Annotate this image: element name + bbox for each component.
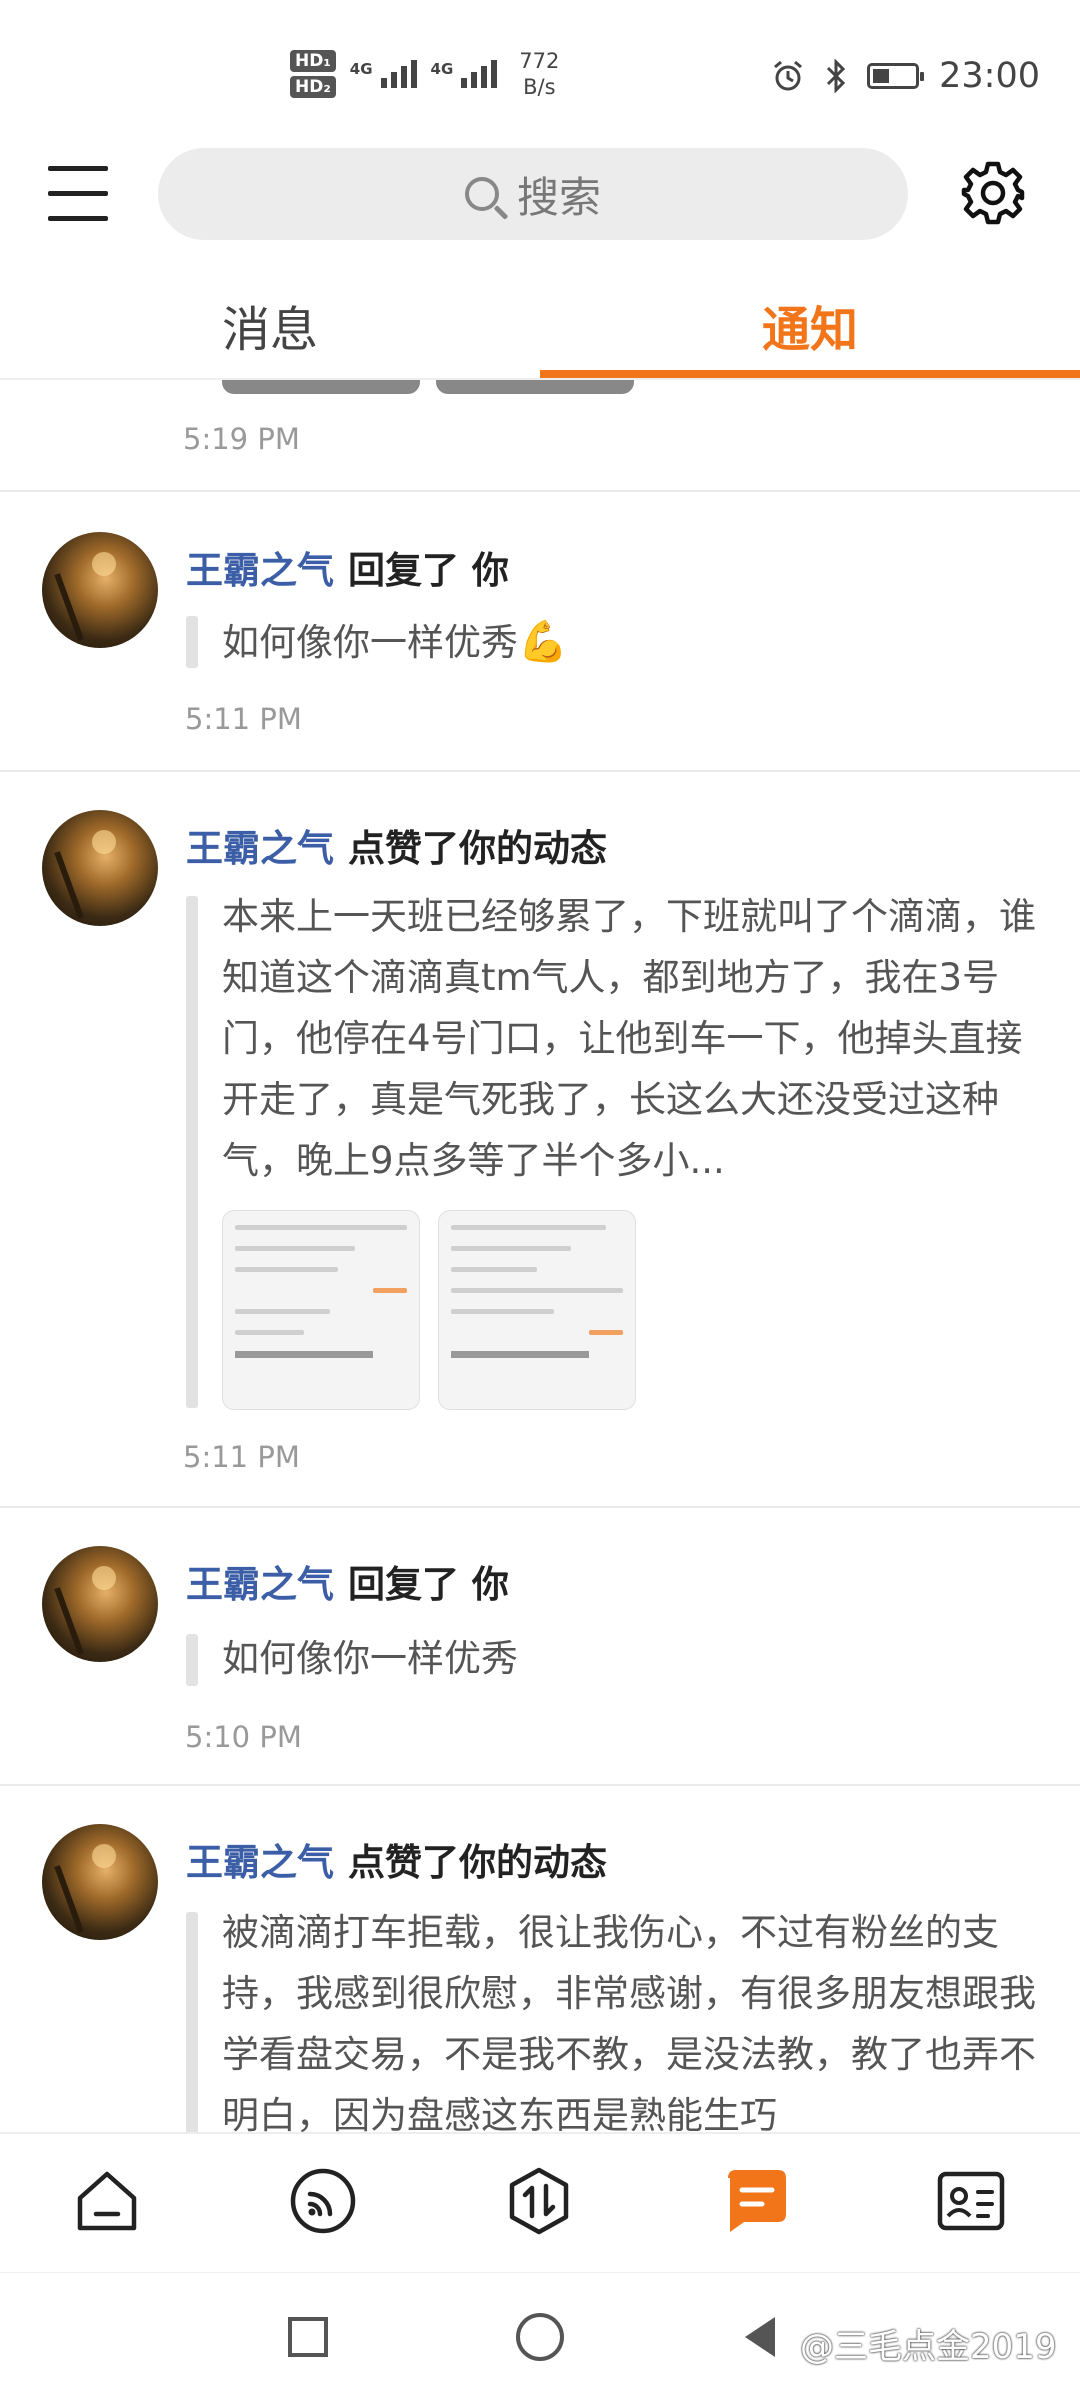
- quote-bar: [186, 1912, 198, 2132]
- network-speed-value: 772: [519, 49, 560, 73]
- timestamp: 5:19 PM: [183, 422, 300, 456]
- post-excerpt[interactable]: 被滴滴打车拒载，很让我伤心，不过有粉丝的支持，我感到很欣慰，非常感谢，有很多朋友…: [222, 1902, 1042, 2132]
- reply-content[interactable]: 如何像你一样优秀: [222, 1628, 1042, 1689]
- active-tab-indicator: [540, 370, 1080, 378]
- action-text: 点赞了你的动态: [348, 1841, 607, 1884]
- tab-notifications[interactable]: 通知: [540, 290, 1080, 360]
- message-icon[interactable]: [722, 2166, 792, 2236]
- partial-image-row: [222, 380, 634, 394]
- status-bar: HD₁ HD₂ 4G 4G 772 B/s 23:00: [0, 0, 1080, 150]
- profile-card-icon[interactable]: [936, 2166, 1006, 2236]
- search-bar[interactable]: 搜索: [158, 148, 908, 240]
- notification-headline: 王霸之气 点赞了你的动态: [186, 818, 607, 872]
- action-text: 点赞了你的动态: [348, 827, 607, 870]
- status-left: HD₁ HD₂ 4G 4G 772 B/s: [290, 48, 559, 100]
- trade-icon[interactable]: [504, 2166, 574, 2236]
- battery-icon: [867, 63, 925, 89]
- notification-headline: 王霸之气 回复了 你: [186, 540, 509, 594]
- username-link[interactable]: 王霸之气: [186, 1841, 334, 1884]
- system-navigation-bar: @三毛点金2019: [0, 2272, 1080, 2401]
- tab-messages[interactable]: 消息: [0, 290, 540, 360]
- sim1-label: 4G: [349, 60, 373, 78]
- feed-icon[interactable]: [288, 2166, 358, 2236]
- post-excerpt[interactable]: 本来上一天班已经够累了，下班就叫了个滴滴，谁知道这个滴滴真tm气人，都到地方了，…: [222, 886, 1042, 1191]
- notification-feed[interactable]: 5:19 PM 王霸之气 回复了 你 如何像你一样优秀💪 5:11 PM 王霸之气…: [0, 380, 1080, 2132]
- quote-bar: [186, 896, 198, 1408]
- clock: 23:00: [939, 56, 1040, 96]
- timestamp: 5:10 PM: [185, 1720, 302, 1754]
- username-link[interactable]: 王霸之气: [186, 1563, 334, 1606]
- action-text: 回复了 你: [348, 1563, 509, 1606]
- menu-button[interactable]: [48, 166, 108, 222]
- action-text: 回复了 你: [348, 549, 509, 592]
- bottom-navigation: [0, 2132, 1080, 2274]
- home-icon[interactable]: [72, 2166, 142, 2236]
- post-image-thumbnail[interactable]: [438, 1210, 636, 1410]
- sim1-signal-icon: 4G: [350, 60, 417, 88]
- partial-thumbnail: [436, 380, 634, 394]
- status-right: 23:00: [771, 56, 1040, 96]
- sim2-label: 4G: [430, 60, 454, 78]
- partial-thumbnail: [222, 380, 420, 394]
- reply-text: 如何像你一样优秀: [222, 621, 518, 664]
- timestamp: 5:11 PM: [185, 702, 302, 736]
- username-link[interactable]: 王霸之气: [186, 827, 334, 870]
- divider: [0, 1784, 1080, 1786]
- divider: [0, 770, 1080, 772]
- divider: [0, 1506, 1080, 1508]
- avatar[interactable]: [42, 532, 158, 648]
- bluetooth-icon: [827, 59, 846, 93]
- gear-icon[interactable]: [960, 160, 1026, 226]
- quote-bar: [186, 616, 198, 668]
- back-icon[interactable]: [745, 2317, 775, 2357]
- alarm-icon: [774, 60, 803, 91]
- network-speed: 772 B/s: [519, 48, 559, 100]
- hd2-badge: HD₂: [290, 76, 336, 98]
- quote-bar: [186, 1634, 198, 1686]
- avatar[interactable]: [42, 1824, 158, 1940]
- notification-headline: 王霸之气 点赞了你的动态: [186, 1832, 607, 1886]
- home-circle-icon[interactable]: [516, 2313, 564, 2361]
- hd1-badge: HD₁: [290, 50, 336, 72]
- hd-badges: HD₁ HD₂: [290, 50, 336, 98]
- watermark: @三毛点金2019: [800, 2327, 1057, 2367]
- username-link[interactable]: 王霸之气: [186, 549, 334, 592]
- post-image-thumbnail[interactable]: [222, 1210, 420, 1410]
- flexed-biceps-emoji: 💪: [518, 619, 568, 665]
- notification-headline: 王霸之气 回复了 你: [186, 1554, 509, 1608]
- sim2-signal-icon: 4G: [431, 60, 498, 88]
- avatar[interactable]: [42, 1546, 158, 1662]
- search-icon: [464, 177, 499, 211]
- search-placeholder: 搜索: [516, 172, 601, 222]
- avatar[interactable]: [42, 810, 158, 926]
- recent-apps-icon[interactable]: [288, 2317, 328, 2357]
- timestamp: 5:11 PM: [183, 1440, 300, 1474]
- divider: [0, 490, 1080, 492]
- network-speed-unit: B/s: [523, 75, 556, 99]
- reply-content[interactable]: 如何像你一样优秀💪: [222, 612, 1042, 673]
